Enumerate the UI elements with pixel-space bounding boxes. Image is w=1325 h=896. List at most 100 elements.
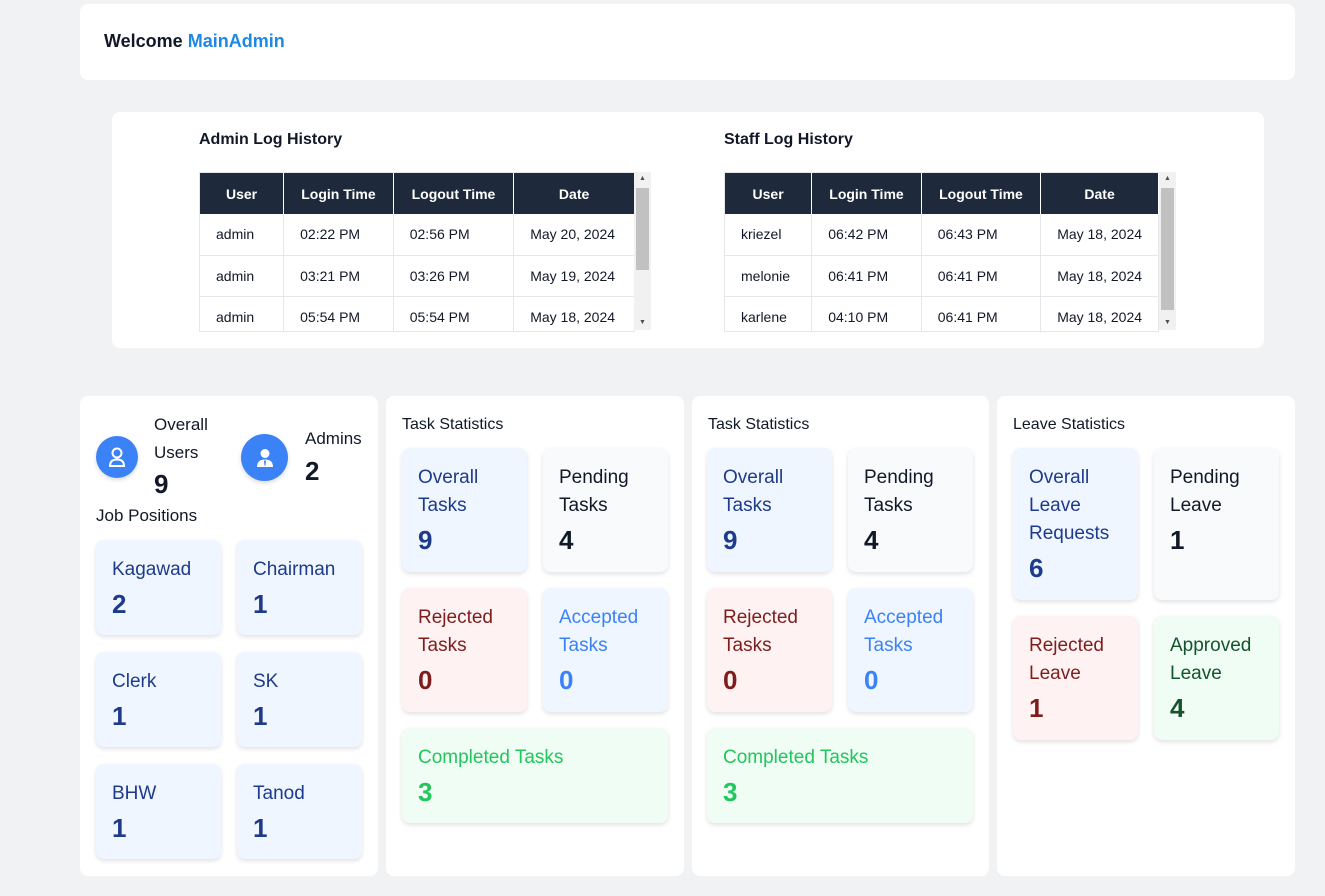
position-value: 1: [253, 701, 268, 731]
column-header-date: Date: [1040, 173, 1159, 214]
completed-tasks-value: 3: [723, 777, 738, 807]
column-header-login-time: Login Time: [811, 173, 922, 214]
column-header-login-time: Login Time: [283, 173, 394, 214]
accepted-tasks-label: Accepted Tasks: [864, 607, 944, 656]
rejected-tasks-tile: Rejected Tasks 0: [402, 588, 527, 712]
position-value: 1: [112, 701, 127, 731]
admin-user-icon: [241, 434, 288, 481]
position-label: Tanod: [253, 783, 305, 804]
cell-date: May 18, 2024: [1040, 214, 1159, 256]
task-statistics-panel: Task Statistics Overall Tasks 9 Pending …: [386, 396, 684, 876]
pending-tasks-label: Pending Tasks: [559, 467, 629, 516]
cell-user: admin: [200, 296, 285, 331]
pending-tasks-label: Pending Tasks: [864, 467, 934, 516]
cell-date: May 18, 2024: [1040, 296, 1159, 331]
rejected-leave-label: Rejected Leave: [1029, 635, 1104, 684]
staff-log-scrollbar[interactable]: ▲ ▼: [1159, 172, 1176, 330]
pending-leave-tile: Pending Leave 1: [1154, 448, 1279, 600]
overall-tasks-value: 9: [723, 525, 738, 555]
users-panel: Overall Users 9 Admins 2 Job Positions K…: [80, 396, 378, 876]
welcome-message: Welcome MainAdmin: [104, 31, 285, 52]
rejected-tasks-label: Rejected Tasks: [723, 607, 798, 656]
column-header-date: Date: [513, 173, 635, 214]
scroll-thumb[interactable]: [636, 188, 649, 270]
position-value: 1: [112, 813, 127, 843]
accepted-tasks-label: Accepted Tasks: [559, 607, 639, 656]
rejected-tasks-tile: Rejected Tasks 0: [707, 588, 832, 712]
completed-tasks-label: Completed Tasks: [418, 747, 564, 768]
scroll-up-arrow-icon[interactable]: ▲: [634, 172, 651, 186]
cell-login-time: 06:41 PM: [811, 255, 922, 297]
pending-tasks-value: 4: [559, 525, 574, 555]
cell-logout-time: 06:43 PM: [921, 214, 1042, 256]
task-statistics-title: Task Statistics: [708, 416, 810, 433]
table-row: admin 03:21 PM 03:26 PM May 19, 2024: [200, 255, 635, 297]
cell-user: kriezel: [725, 214, 813, 256]
overall-leave-tile: Overall Leave Requests 6: [1013, 448, 1138, 600]
pending-tasks-tile: Pending Tasks 4: [848, 448, 973, 572]
accepted-tasks-value: 0: [559, 665, 574, 695]
task-statistics-panel: Task Statistics Overall Tasks 9 Pending …: [692, 396, 989, 876]
accepted-tasks-tile: Accepted Tasks 0: [543, 588, 668, 712]
staff-log-table-container[interactable]: User Login Time Logout Time Date kriezel…: [724, 172, 1159, 332]
position-label: SK: [253, 671, 279, 692]
position-tile: SK 1: [237, 652, 362, 747]
cell-logout-time: 02:56 PM: [393, 214, 515, 256]
admin-log-scrollbar[interactable]: ▲ ▼: [634, 172, 651, 330]
cell-login-time: 05:54 PM: [283, 296, 394, 331]
approved-leave-tile: Approved Leave 4: [1154, 616, 1279, 740]
completed-tasks-value: 3: [418, 777, 433, 807]
overall-tasks-tile: Overall Tasks 9: [402, 448, 527, 572]
staff-log-table: User Login Time Logout Time Date kriezel…: [725, 173, 1159, 331]
overall-tasks-tile: Overall Tasks 9: [707, 448, 832, 572]
approved-leave-label: Approved Leave: [1170, 635, 1252, 684]
job-positions-label: Job Positions: [96, 506, 198, 525]
admin-log-table-container[interactable]: User Login Time Logout Time Date admin 0…: [199, 172, 635, 332]
cell-date: May 18, 2024: [1040, 255, 1159, 297]
welcome-card: Welcome MainAdmin: [80, 4, 1295, 80]
accepted-tasks-value: 0: [864, 665, 879, 695]
leave-statistics-panel: Leave Statistics Overall Leave Requests …: [997, 396, 1295, 876]
cell-logout-time: 03:26 PM: [393, 255, 515, 297]
completed-tasks-tile: Completed Tasks 3: [707, 728, 973, 823]
rejected-tasks-value: 0: [418, 665, 433, 695]
pending-tasks-tile: Pending Tasks 4: [543, 448, 668, 572]
user-icon: [96, 436, 138, 478]
scroll-thumb[interactable]: [1161, 188, 1174, 310]
scroll-down-arrow-icon[interactable]: ▼: [1159, 316, 1176, 330]
table-row: admin 02:22 PM 02:56 PM May 20, 2024: [200, 214, 635, 256]
scroll-up-arrow-icon[interactable]: ▲: [1159, 172, 1176, 186]
rejected-leave-tile: Rejected Leave 1: [1013, 616, 1138, 740]
position-value: 1: [253, 813, 268, 843]
staff-log-title: Staff Log History: [724, 131, 853, 148]
column-header-user: User: [200, 173, 285, 214]
position-tile: Chairman 1: [237, 540, 362, 635]
rejected-tasks-label: Rejected Tasks: [418, 607, 493, 656]
log-history-card: Admin Log History User Login Time Logout…: [112, 112, 1264, 348]
position-tile: BHW 1: [96, 764, 221, 859]
rejected-leave-value: 1: [1029, 693, 1044, 723]
cell-logout-time: 06:41 PM: [921, 296, 1042, 331]
accepted-tasks-tile: Accepted Tasks 0: [848, 588, 973, 712]
pending-leave-label: Pending Leave: [1170, 467, 1240, 516]
cell-logout-time: 06:41 PM: [921, 255, 1042, 297]
table-row: karlene 04:10 PM 06:41 PM May 18, 2024: [725, 296, 1159, 331]
overall-tasks-value: 9: [418, 525, 433, 555]
welcome-username: MainAdmin: [187, 31, 285, 51]
admins-label: Admins: [305, 429, 362, 448]
position-tile: Clerk 1: [96, 652, 221, 747]
welcome-greeting: Welcome: [104, 31, 183, 51]
pending-tasks-value: 4: [864, 525, 879, 555]
table-row: kriezel 06:42 PM 06:43 PM May 18, 2024: [725, 214, 1159, 256]
overall-users-value: 9: [154, 469, 169, 499]
leave-statistics-title: Leave Statistics: [1013, 416, 1126, 433]
column-header-logout-time: Logout Time: [921, 173, 1042, 214]
cell-user: admin: [200, 255, 285, 297]
scroll-down-arrow-icon[interactable]: ▼: [634, 316, 651, 330]
completed-tasks-tile: Completed Tasks 3: [402, 728, 668, 823]
position-label: Kagawad: [112, 559, 192, 580]
overall-tasks-label: Overall Tasks: [723, 467, 784, 516]
cell-login-time: 03:21 PM: [283, 255, 394, 297]
cell-user: melonie: [725, 255, 813, 297]
cell-date: May 19, 2024: [513, 255, 635, 297]
